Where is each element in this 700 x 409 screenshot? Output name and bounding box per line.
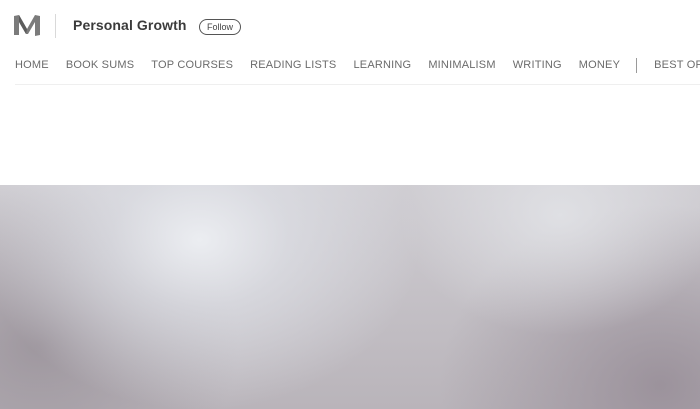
- nav-item-writing[interactable]: WRITING: [513, 59, 562, 71]
- publication-nav: HOME BOOK SUMS TOP COURSES READING LISTS…: [15, 57, 700, 73]
- nav-item-best-of-pg[interactable]: BEST OF PG: [654, 59, 700, 71]
- nav-item-reading-lists[interactable]: READING LISTS: [250, 59, 336, 71]
- publication-title[interactable]: Personal Growth: [73, 17, 187, 33]
- medium-logo-icon[interactable]: [14, 15, 40, 36]
- nav-item-book-sums[interactable]: BOOK SUMS: [66, 59, 134, 71]
- nav-item-top-courses[interactable]: TOP COURSES: [151, 59, 233, 71]
- nav-item-learning[interactable]: LEARNING: [353, 59, 411, 71]
- nav-item-money[interactable]: MONEY: [579, 59, 620, 71]
- publication-header: Personal Growth Follow: [0, 0, 700, 52]
- nav-bottom-rule: [15, 84, 700, 85]
- nav-item-minimalism[interactable]: MINIMALISM: [428, 59, 495, 71]
- page: Personal Growth Follow HOME BOOK SUMS TO…: [0, 0, 700, 409]
- nav-separator: [636, 57, 638, 73]
- nav-item-home[interactable]: HOME: [15, 59, 49, 71]
- header-divider: [55, 14, 56, 38]
- follow-button[interactable]: Follow: [199, 19, 242, 35]
- hero-image: [0, 185, 700, 409]
